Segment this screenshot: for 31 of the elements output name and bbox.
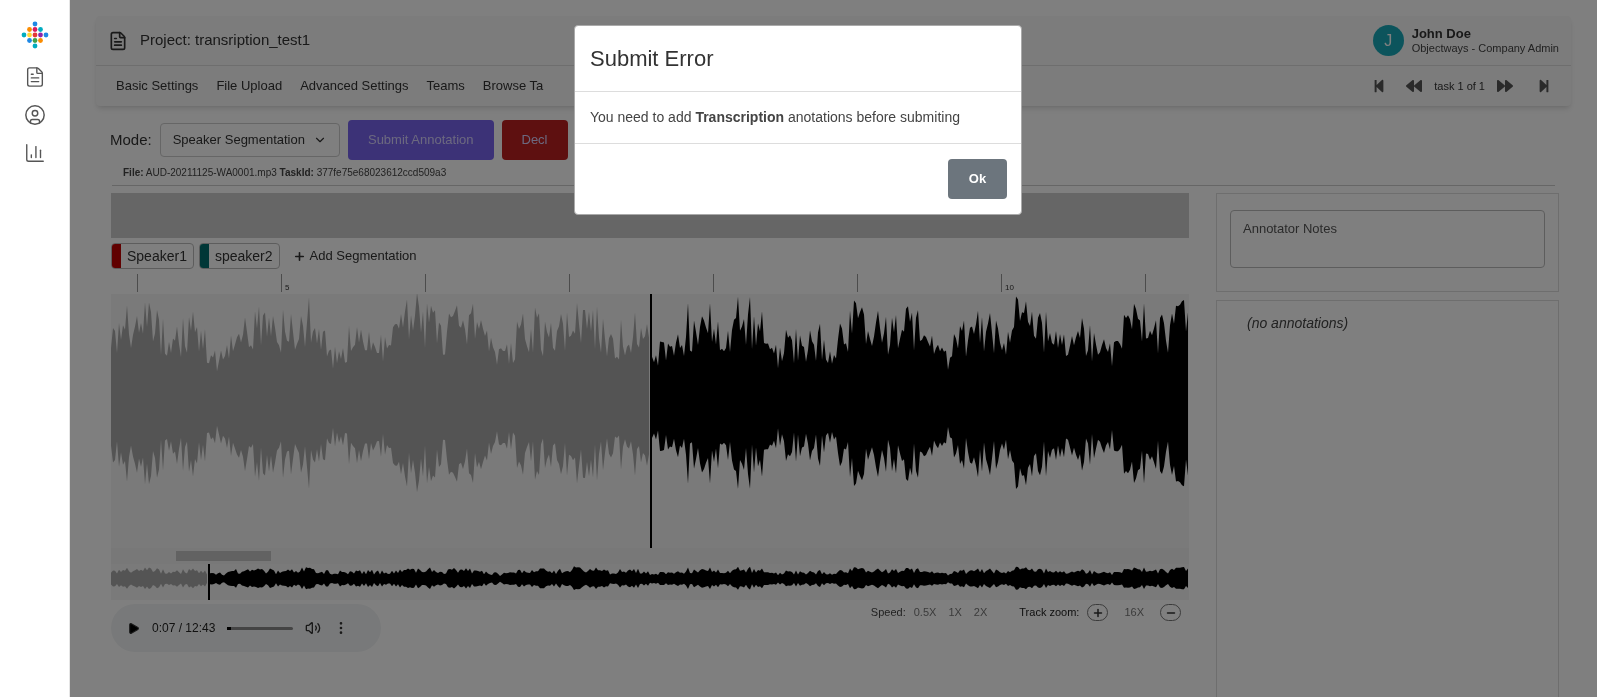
add-segmentation-button[interactable]: Add Segmentation: [292, 246, 417, 266]
speaker-tag[interactable]: Speaker1: [111, 243, 194, 269]
user-name: John Doe: [1411, 25, 1472, 42]
ruler-label: 5: [285, 282, 290, 294]
file-info: File: AUD-20211125-WA0001.mp3 TaskId: 377fe75e68023612ccd509a3: [123, 166, 447, 180]
player-time: 0:07 / 12:43: [152, 620, 216, 637]
empty-annotations-text: (no annotations): [1247, 315, 1349, 331]
nav-tab[interactable]: Basic Settings: [116, 76, 199, 96]
ok-button[interactable]: Ok: [948, 159, 1007, 199]
speaker-tag[interactable]: speaker2: [198, 243, 280, 269]
user-role: Objectways - Company Admin: [1411, 41, 1559, 56]
ruler-label: 10: [1005, 282, 1014, 294]
user-avatar[interactable]: J: [1372, 25, 1404, 56]
mode-select[interactable]: Speaker Segmentation: [159, 123, 340, 157]
zoom-level: 16X: [1124, 605, 1144, 621]
nav-tab[interactable]: File Upload: [216, 76, 283, 96]
project-title: Project: transription_test1: [140, 30, 311, 51]
nav-tab[interactable]: Advanced Settings: [300, 76, 409, 96]
speed-label: Speed:: [870, 605, 906, 621]
task-counter: task 1 of 1: [1434, 78, 1485, 94]
dialog-message: You need to add Transcription anotations before submiting: [590, 108, 961, 127]
mode-label: Mode:: [110, 129, 152, 150]
speed-option[interactable]: 0.5X: [913, 604, 937, 621]
track-zoom-label: Track zoom:: [1019, 605, 1080, 621]
speed-option[interactable]: 2X: [973, 604, 988, 621]
decline-button[interactable]: Decl: [501, 120, 568, 160]
notes-field[interactable]: Annotator Notes: [1230, 210, 1545, 268]
speed-option[interactable]: 1X: [948, 604, 962, 621]
nav-tab[interactable]: Teams: [426, 76, 465, 96]
dialog-title: Submit Error: [590, 46, 714, 71]
nav-tab[interactable]: Browse Ta: [482, 76, 544, 96]
